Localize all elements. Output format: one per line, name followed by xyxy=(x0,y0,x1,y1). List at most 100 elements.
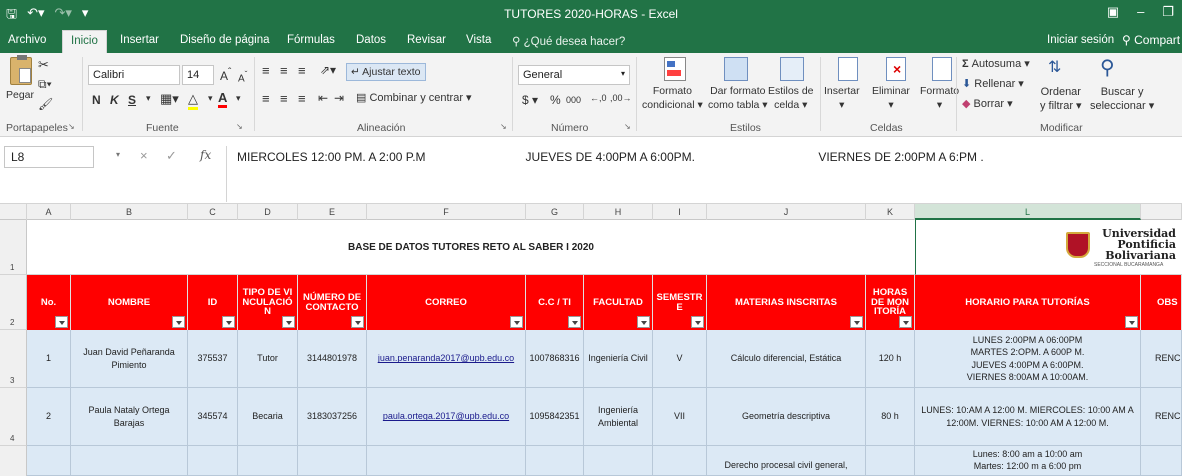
table-cell[interactable] xyxy=(188,446,238,476)
table-cell[interactable] xyxy=(298,446,367,476)
paste-icon[interactable] xyxy=(10,55,32,85)
header-cell-schedule[interactable]: HORARIO PARA TUTORÍAS xyxy=(915,275,1141,330)
table-cell[interactable]: Juan David Peñaranda Pimiento xyxy=(71,330,188,388)
table-cell[interactable] xyxy=(866,446,915,476)
col-header[interactable]: L xyxy=(915,204,1141,220)
table-cell[interactable]: Derecho procesal civil general, xyxy=(707,446,866,476)
table-cell[interactable]: RENC xyxy=(1141,388,1182,446)
filter-dropdown-icon[interactable] xyxy=(899,316,912,328)
name-box[interactable]: L8 xyxy=(4,146,94,168)
tab-vista[interactable]: Vista xyxy=(466,34,491,46)
table-cell[interactable] xyxy=(367,446,526,476)
col-header[interactable]: E xyxy=(298,204,367,220)
format-cells-button[interactable]: Formato ▾ xyxy=(920,85,959,112)
filter-dropdown-icon[interactable] xyxy=(510,316,523,328)
align-middle-icon[interactable]: ≡ xyxy=(280,63,288,78)
increase-indent-icon[interactable]: ⇥ xyxy=(334,91,344,105)
fill-color-dropdown-icon[interactable]: ▾ xyxy=(208,93,213,104)
format-as-table-button[interactable]: Dar formato como tabla ▾ xyxy=(708,85,768,112)
tab-inicio[interactable]: Inicio xyxy=(62,30,107,53)
table-cell[interactable]: V xyxy=(653,330,707,388)
header-cell-obs[interactable]: OBS xyxy=(1141,275,1182,330)
table-cell[interactable]: VII xyxy=(653,388,707,446)
number-format-select[interactable]: General ▾ xyxy=(518,65,630,85)
table-cell[interactable] xyxy=(653,446,707,476)
logo-cell[interactable]: Universidad Pontificia Bolivariana SECCI… xyxy=(915,220,1182,275)
borders-icon[interactable]: ▦▾ xyxy=(160,91,179,107)
header-cell-email[interactable]: CORREO xyxy=(367,275,526,330)
filter-dropdown-icon[interactable] xyxy=(55,316,68,328)
header-cell-faculty[interactable]: FACULTAD xyxy=(584,275,653,330)
comma-style-icon[interactable]: 000 xyxy=(566,95,581,105)
percent-icon[interactable]: % xyxy=(550,93,561,107)
header-cell-hours[interactable]: HORAS DE MONITORÍA xyxy=(866,275,915,330)
col-header[interactable]: D xyxy=(238,204,298,220)
filter-dropdown-icon[interactable] xyxy=(850,316,863,328)
table-cell[interactable]: 1 xyxy=(27,330,71,388)
table-cell[interactable]: Becaria xyxy=(238,388,298,446)
filter-dropdown-icon[interactable] xyxy=(351,316,364,328)
row-header[interactable]: 4 xyxy=(0,388,27,446)
insert-cells-button[interactable]: Insertar ▾ xyxy=(824,85,860,112)
delete-cells-button[interactable]: Eliminar ▾ xyxy=(872,85,910,112)
align-left-icon[interactable]: ≡ xyxy=(262,91,270,106)
sign-in-link[interactable]: Iniciar sesión xyxy=(1047,34,1114,46)
clear-button[interactable]: ◆ Borrar ▾ xyxy=(962,97,1013,110)
align-bottom-icon[interactable]: ≡ xyxy=(298,63,306,78)
table-cell[interactable]: 1007868316 xyxy=(526,330,584,388)
header-cell-subjects[interactable]: MATERIAS INSCRITAS xyxy=(707,275,866,330)
font-color-dropdown-icon[interactable]: ▾ xyxy=(236,93,241,104)
table-cell[interactable]: Cálculo diferencial, Estática xyxy=(707,330,866,388)
grow-font-icon[interactable]: Aˆ xyxy=(220,67,231,83)
table-cell[interactable]: 3183037256 xyxy=(298,388,367,446)
col-header[interactable]: K xyxy=(866,204,915,220)
header-cell-cc[interactable]: C.C / TI xyxy=(526,275,584,330)
tab-archivo[interactable]: Archivo xyxy=(8,34,46,46)
table-cell[interactable] xyxy=(71,446,188,476)
fill-color-icon[interactable]: △ xyxy=(188,91,198,110)
minimize-icon[interactable]: – xyxy=(1137,4,1144,20)
table-cell[interactable]: 1095842351 xyxy=(526,388,584,446)
filter-dropdown-icon[interactable] xyxy=(172,316,185,328)
cell-styles-button[interactable]: Estilos de celda ▾ xyxy=(768,85,814,112)
table-cell[interactable] xyxy=(238,446,298,476)
select-all-corner[interactable] xyxy=(0,204,27,220)
col-header[interactable]: F xyxy=(367,204,526,220)
col-header[interactable]: A xyxy=(27,204,71,220)
table-cell[interactable]: 2 xyxy=(27,388,71,446)
col-header[interactable]: C xyxy=(188,204,238,220)
table-cell[interactable] xyxy=(1141,446,1182,476)
table-cell-schedule[interactable]: LUNES: 10:AM A 12:00 M. MIERCOLES: 10:00… xyxy=(915,388,1141,446)
tab-revisar[interactable]: Revisar xyxy=(407,34,446,46)
col-header[interactable]: H xyxy=(584,204,653,220)
filter-dropdown-icon[interactable] xyxy=(568,316,581,328)
underline-dropdown-icon[interactable]: ▾ xyxy=(146,93,151,104)
ribbon-display-icon[interactable]: ▣ xyxy=(1107,4,1119,20)
table-cell[interactable]: 3144801978 xyxy=(298,330,367,388)
align-top-icon[interactable]: ≡ xyxy=(262,63,270,78)
format-painter-icon[interactable]: 🖌 xyxy=(38,97,53,111)
decrease-decimal-icon[interactable]: ,00→ xyxy=(610,93,632,103)
table-cell[interactable]: 345574 xyxy=(188,388,238,446)
header-cell-name[interactable]: NOMBRE xyxy=(71,275,188,330)
filter-dropdown-icon[interactable] xyxy=(691,316,704,328)
table-cell[interactable]: RENC xyxy=(1141,330,1182,388)
align-center-icon[interactable]: ≡ xyxy=(280,91,288,106)
sheet-title-cell[interactable]: BASE DE DATOS TUTORES RETO AL SABER I 20… xyxy=(27,220,915,275)
table-cell-schedule[interactable]: LUNES 2:00PM A 06:00PM MARTES 2:OPM. A 6… xyxy=(915,330,1141,388)
merge-center-button[interactable]: ▤ Combinar y centrar ▾ xyxy=(356,91,472,104)
clipboard-launcher-icon[interactable]: ↘ xyxy=(68,122,75,131)
bold-icon[interactable]: N xyxy=(92,93,101,107)
table-cell[interactable]: Paula Nataly Ortega Barajas xyxy=(71,388,188,446)
paste-button[interactable]: Pegar xyxy=(6,89,34,101)
col-header[interactable]: G xyxy=(526,204,584,220)
col-header[interactable]: J xyxy=(707,204,866,220)
number-launcher-icon[interactable]: ↘ xyxy=(624,122,631,131)
table-cell[interactable]: 80 h xyxy=(866,388,915,446)
filter-dropdown-icon[interactable] xyxy=(222,316,235,328)
header-cell-id[interactable]: ID xyxy=(188,275,238,330)
col-header[interactable]: B xyxy=(71,204,188,220)
tab-datos[interactable]: Datos xyxy=(356,34,386,46)
row-header[interactable] xyxy=(0,446,27,476)
font-launcher-icon[interactable]: ↘ xyxy=(236,122,243,131)
